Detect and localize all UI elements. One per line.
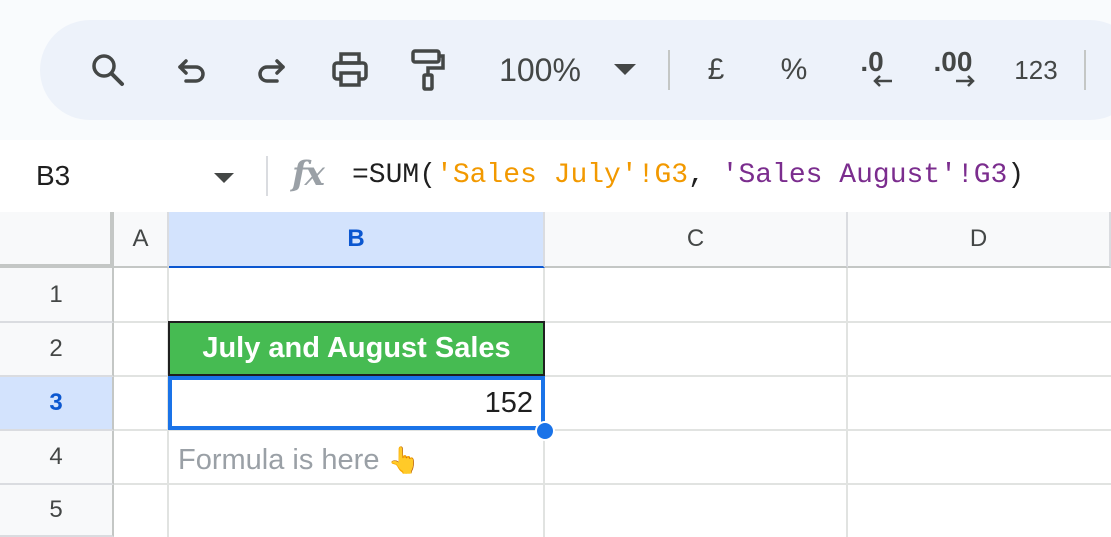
formula-bar-separator [266, 156, 268, 196]
row-header-1[interactable]: 1 [0, 268, 114, 323]
row-header-3[interactable]: 3 [0, 377, 114, 431]
column-header-a[interactable]: A [114, 212, 169, 268]
column-header-c[interactable]: C [545, 212, 848, 268]
toolbar-area: 100% £ % .0 .00 123 [0, 0, 1111, 140]
number-format-label: 123 [1014, 54, 1058, 85]
column-header-d[interactable]: D [848, 212, 1111, 268]
redo-icon [254, 53, 288, 87]
zoom-select[interactable]: 100% [480, 20, 600, 120]
redo-button[interactable] [249, 20, 293, 120]
increase-decimals-button[interactable]: .00 [924, 20, 982, 120]
search-icon [90, 52, 126, 88]
cell-b4-text: Formula is here [178, 444, 380, 476]
formula-prefix: =SUM( [352, 160, 437, 191]
chevron-down-icon[interactable] [214, 171, 234, 189]
toolbar-separator [1084, 50, 1086, 90]
pointing-up-icon: 👆 [387, 445, 420, 475]
print-icon [330, 50, 370, 90]
cell-b3-selected[interactable]: 152 [168, 376, 545, 430]
paint-format-icon [408, 48, 448, 92]
decrease-decimals-button[interactable]: .0 [846, 20, 898, 120]
arrow-left-icon [872, 75, 894, 87]
percent-label: % [780, 53, 808, 86]
decrease-decimals-label: .0 [860, 46, 884, 77]
print-button[interactable] [327, 20, 373, 120]
formula-input[interactable]: =SUM('Sales July'!G3, 'Sales August'!G3) [352, 140, 1024, 212]
fill-handle[interactable] [535, 421, 555, 441]
cell-b4[interactable]: Formula is here 👆 [178, 433, 420, 487]
select-all-corner[interactable] [0, 212, 114, 268]
spreadsheet-grid: A B C D 1 2 3 4 5 [0, 212, 1111, 537]
paint-format-button[interactable] [406, 20, 450, 120]
search-button[interactable] [86, 20, 130, 120]
formula-bar: B3 fx =SUM('Sales July'!G3, 'Sales Augus… [0, 140, 1111, 213]
undo-icon [175, 53, 209, 87]
zoom-value: 100% [499, 51, 581, 88]
number-format-button[interactable]: 123 [1006, 20, 1066, 120]
name-box[interactable]: B3 [36, 140, 70, 212]
formula-ref-august: 'Sales August'!G3 [721, 160, 1008, 191]
column-header-b[interactable]: B [169, 212, 545, 268]
toolbar: 100% £ % .0 .00 123 [40, 20, 1111, 120]
formula-ref-july: 'Sales July'!G3 [436, 160, 689, 191]
undo-button[interactable] [170, 20, 214, 120]
row-header-4[interactable]: 4 [0, 431, 114, 485]
currency-label: £ [707, 53, 725, 86]
arrow-right-icon [954, 75, 976, 87]
toolbar-separator [668, 50, 670, 90]
chevron-down-icon [614, 64, 636, 76]
currency-button[interactable]: £ [696, 20, 736, 120]
formula-separator: , [688, 160, 722, 191]
formula-suffix: ) [1007, 160, 1025, 191]
fx-icon: fx [292, 154, 325, 194]
zoom-dropdown[interactable] [612, 20, 638, 120]
row-header-5[interactable]: 5 [0, 485, 114, 537]
cell-b2[interactable]: July and August Sales [168, 321, 545, 376]
gridline [846, 268, 848, 537]
percent-button[interactable]: % [774, 20, 814, 120]
increase-decimals-label: .00 [933, 46, 973, 77]
row-header-2[interactable]: 2 [0, 323, 114, 377]
